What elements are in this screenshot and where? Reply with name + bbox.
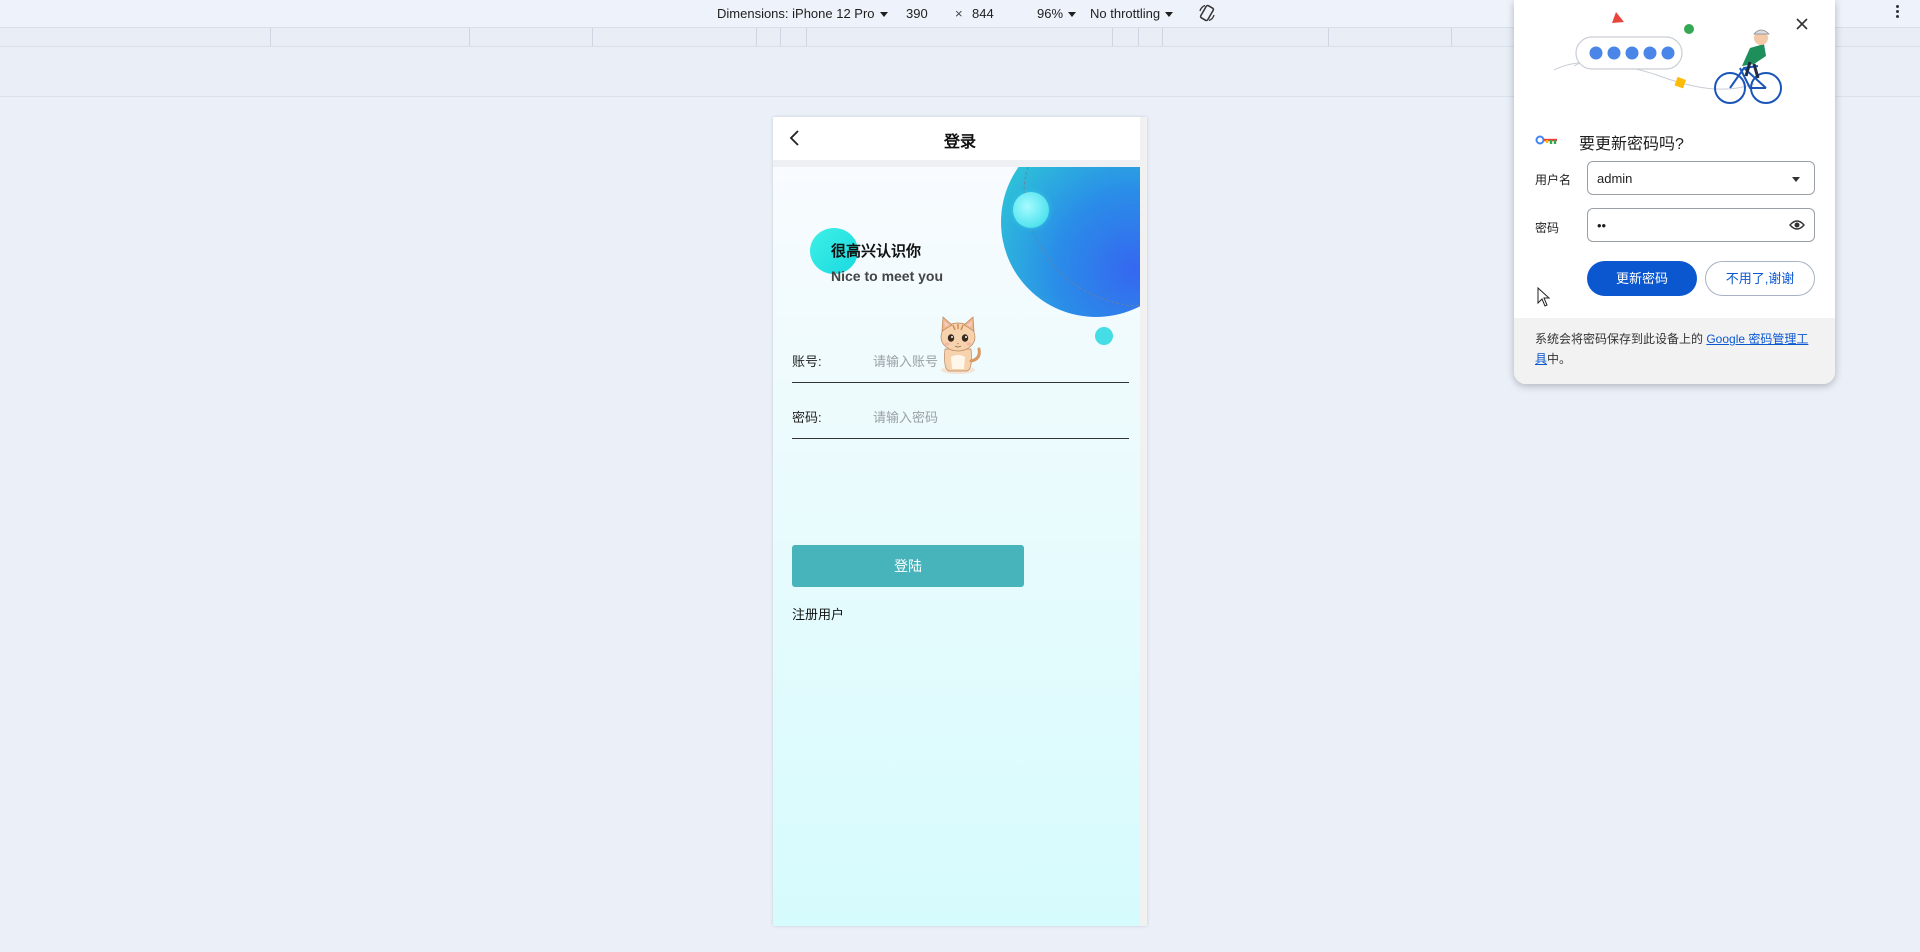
password-value: •• bbox=[1597, 218, 1607, 233]
zoom-label: 96% bbox=[1037, 6, 1064, 21]
account-field[interactable]: 账号: 请输入账号 bbox=[792, 337, 1129, 383]
height-input[interactable]: 844 bbox=[972, 6, 994, 21]
close-icon[interactable] bbox=[1794, 16, 1810, 32]
width-input[interactable]: 390 bbox=[906, 6, 928, 21]
eye-icon[interactable] bbox=[1789, 219, 1805, 231]
password-key-icon bbox=[1535, 135, 1557, 145]
greeting-heading: 很高兴认识你 bbox=[831, 243, 922, 260]
throttling-select[interactable]: No throttling bbox=[1090, 6, 1174, 21]
footer-end: 中。 bbox=[1547, 352, 1572, 366]
rotate-icon[interactable] bbox=[1197, 3, 1217, 23]
update-password-button[interactable]: 更新密码 bbox=[1587, 261, 1697, 296]
chevron-down-icon bbox=[1068, 12, 1077, 18]
chevron-down-icon bbox=[1165, 12, 1174, 18]
dropdown-arrow-icon bbox=[1792, 177, 1800, 182]
zoom-select[interactable]: 96% bbox=[1037, 6, 1077, 21]
update-password-popup: 要更新密码吗? 用户名 admin 密码 •• 更新密码 不用了,谢谢 系统会将… bbox=[1514, 0, 1835, 384]
password-label: 密码: bbox=[792, 410, 822, 425]
page-title: 登录 bbox=[943, 134, 976, 151]
password-field[interactable]: 密码: 请输入密码 bbox=[792, 393, 1129, 439]
decorative-ball bbox=[1013, 192, 1049, 228]
username-select[interactable]: admin bbox=[1587, 161, 1815, 195]
password-input[interactable]: 请输入密码 bbox=[873, 407, 938, 426]
login-content: 很高兴认识你 Nice to meet you 账号: 请输入账号 密码: 请输… bbox=[773, 167, 1140, 926]
footer-text: 系统会将密码保存到此设备上的 bbox=[1535, 332, 1707, 346]
times-symbol: × bbox=[955, 6, 963, 21]
popup-title: 要更新密码吗? bbox=[1579, 136, 1684, 153]
username-value: admin bbox=[1597, 171, 1633, 186]
nav-bar: 登录 bbox=[773, 117, 1147, 160]
password-label: 密码 bbox=[1535, 221, 1560, 235]
account-input[interactable]: 请输入账号 bbox=[873, 351, 938, 370]
no-thanks-button[interactable]: 不用了,谢谢 bbox=[1705, 261, 1815, 296]
greeting-subheading: Nice to meet you bbox=[831, 268, 944, 284]
orbit-line bbox=[1023, 167, 1140, 306]
divider bbox=[773, 160, 1147, 167]
phone-viewport: 登录 很高兴认识你 Nice to meet you 账号: 请输入账号 密码:… bbox=[773, 117, 1147, 926]
account-label: 账号: bbox=[792, 354, 822, 369]
scrollbar[interactable] bbox=[1140, 117, 1147, 926]
more-options-icon[interactable] bbox=[1896, 4, 1900, 22]
password-input[interactable]: •• bbox=[1587, 208, 1815, 242]
device-select[interactable]: Dimensions: iPhone 12 Pro bbox=[717, 6, 888, 21]
cyclist-illustration bbox=[1554, 12, 1782, 104]
username-label: 用户名 bbox=[1535, 173, 1572, 187]
popup-footer: 系统会将密码保存到此设备上的 Google 密码管理工具中。 bbox=[1514, 318, 1835, 384]
throttling-label: No throttling bbox=[1090, 6, 1161, 21]
register-link[interactable]: 注册用户 bbox=[792, 604, 844, 623]
login-button[interactable]: 登陆 bbox=[792, 545, 1024, 587]
device-select-label: Dimensions: iPhone 12 Pro bbox=[717, 6, 875, 21]
chevron-down-icon bbox=[879, 12, 888, 18]
mouse-cursor-icon bbox=[1537, 287, 1551, 307]
